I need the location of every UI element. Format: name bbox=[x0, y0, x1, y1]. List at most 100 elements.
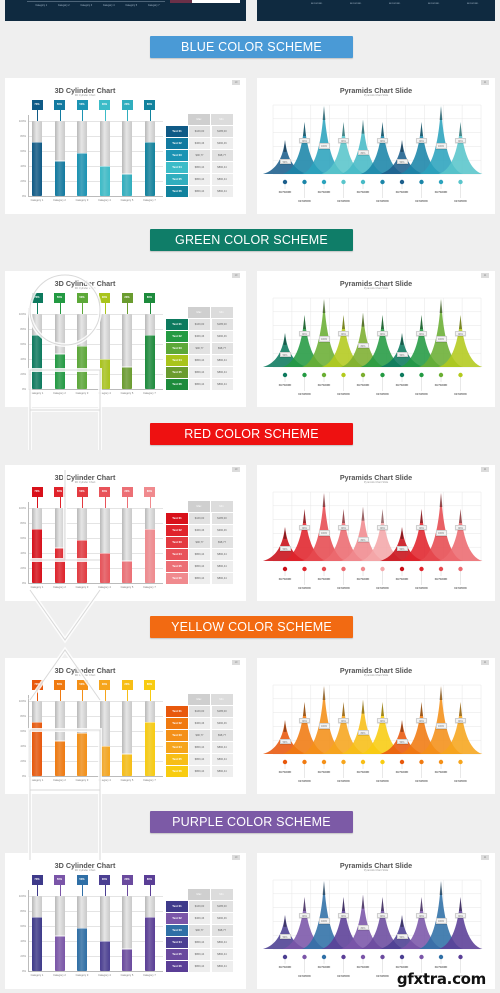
percent-label: 90% bbox=[416, 137, 427, 144]
keyword-dot bbox=[302, 954, 307, 960]
pyramid-tip bbox=[342, 121, 345, 136]
category-label: Category 1 bbox=[30, 199, 44, 202]
table-cell: $185,00 bbox=[210, 126, 233, 138]
category-label: Category 5 bbox=[120, 199, 134, 202]
pyramid-tip bbox=[283, 527, 287, 539]
label-connector bbox=[127, 497, 128, 508]
keyword-dot bbox=[399, 566, 405, 572]
cylinder-fill bbox=[32, 917, 42, 971]
table-cell: $869,44 bbox=[188, 766, 210, 778]
y-tick-label: 0% bbox=[21, 774, 26, 779]
table-cell: $890,44 bbox=[210, 949, 233, 961]
pyramid-tip bbox=[439, 686, 443, 700]
table-cell: $890,44 bbox=[210, 162, 233, 174]
label-connector bbox=[82, 497, 83, 508]
table-header: Min bbox=[210, 889, 233, 900]
table-cell: $869,44 bbox=[188, 162, 210, 174]
pyramid-tip bbox=[361, 506, 365, 521]
keyword-dot bbox=[302, 179, 307, 185]
pyramid-chart bbox=[263, 684, 483, 778]
y-tick-label: 60% bbox=[20, 924, 26, 929]
label-connector bbox=[59, 497, 61, 508]
pyramid-tip bbox=[400, 527, 404, 539]
table-cell: $390,46 bbox=[210, 718, 233, 730]
percent-label: 50% bbox=[396, 738, 408, 745]
slide-number: 10 bbox=[232, 855, 240, 860]
label-connector bbox=[104, 885, 106, 896]
cylinder-fill-top bbox=[54, 353, 65, 355]
table-header: Min bbox=[210, 501, 233, 512]
y-tick-label: 100% bbox=[18, 699, 26, 704]
category-label: Category 2 bbox=[53, 586, 66, 589]
value-label: 80% bbox=[144, 100, 155, 110]
percent-label: 90% bbox=[338, 137, 349, 144]
percent-label: 90% bbox=[299, 137, 310, 144]
scheme-banner: BLUE COLOR SCHEME bbox=[150, 36, 353, 58]
cylinder-fill bbox=[54, 547, 65, 583]
y-tick-label: 80% bbox=[20, 327, 26, 332]
keyword-dot bbox=[458, 179, 463, 185]
gridline bbox=[28, 538, 163, 539]
keyword-dot bbox=[321, 372, 327, 378]
keyword-dot bbox=[399, 372, 405, 378]
y-tick-label: 40% bbox=[20, 164, 26, 169]
gridline bbox=[28, 359, 163, 360]
table-cell: $869,44 bbox=[188, 549, 210, 561]
label-connector bbox=[37, 885, 38, 896]
category-label: Category 3 bbox=[75, 586, 89, 589]
value-label: 50% bbox=[54, 487, 65, 497]
table-cell: $169,00 bbox=[188, 901, 210, 913]
table-row-label: Text 05 bbox=[166, 367, 188, 379]
y-tick-label: 40% bbox=[20, 357, 26, 362]
y-tick-label: 60% bbox=[20, 729, 26, 734]
percent-label: 100% bbox=[435, 918, 447, 924]
keyword-dot bbox=[419, 372, 424, 378]
keyword-label: KEYWORD bbox=[434, 770, 448, 774]
table-cell: $869,44 bbox=[188, 561, 210, 573]
keyword-label: KEYWORD bbox=[317, 383, 331, 387]
keyword-dot bbox=[282, 566, 288, 572]
cylinder-fill bbox=[99, 746, 110, 776]
cylinder-fill bbox=[32, 529, 42, 583]
dark-keyword-label: KEYWORD bbox=[388, 3, 401, 5]
pyramid-tip bbox=[439, 493, 443, 507]
table-row-label: Text 01 bbox=[166, 901, 188, 913]
slide-number: 10 bbox=[232, 80, 240, 85]
table-cell: $869,44 bbox=[188, 742, 210, 754]
percent-label: 90% bbox=[377, 912, 388, 919]
percent-label: 90% bbox=[455, 912, 466, 919]
percent-label: 80% bbox=[357, 536, 369, 543]
cylinder-bar bbox=[122, 121, 132, 196]
y-tick-label: 80% bbox=[20, 134, 26, 139]
slide-number: 10 bbox=[232, 467, 240, 472]
value-label: 70% bbox=[31, 875, 43, 885]
cylinder-bar bbox=[32, 121, 42, 196]
value-label: 80% bbox=[144, 293, 155, 303]
value-label: 50% bbox=[54, 293, 65, 303]
keyword-dot bbox=[419, 179, 424, 185]
pyramid-tip bbox=[381, 508, 384, 523]
category-label: Category 7 bbox=[143, 392, 156, 395]
cylinder-bar bbox=[77, 314, 87, 389]
x-axis bbox=[28, 389, 163, 390]
keyword-dot bbox=[399, 179, 405, 185]
table-cell: $185,00 bbox=[210, 513, 233, 525]
gridline bbox=[28, 329, 163, 330]
keyword-label: KEYWORD bbox=[337, 586, 350, 590]
cylinder-fill-top bbox=[144, 916, 155, 918]
table-row-label: Text 02 bbox=[166, 718, 188, 730]
keyword-dot bbox=[282, 954, 288, 960]
pyramid-tip bbox=[361, 894, 365, 909]
pyramid-tip bbox=[459, 896, 462, 911]
keyword-label: KEYWORD bbox=[337, 974, 350, 978]
table-cell: $169,00 bbox=[188, 126, 210, 138]
percent-label: 50% bbox=[279, 351, 291, 358]
percent-label: 50% bbox=[396, 351, 408, 358]
cylinder-fill-top bbox=[144, 721, 155, 723]
keyword-dot bbox=[302, 372, 307, 378]
table-cell: $185,00 bbox=[210, 319, 233, 331]
table-cell: $390,46 bbox=[210, 913, 233, 925]
keyword-dot bbox=[419, 566, 424, 572]
gridline bbox=[28, 911, 163, 912]
keyword-dot bbox=[321, 954, 327, 960]
